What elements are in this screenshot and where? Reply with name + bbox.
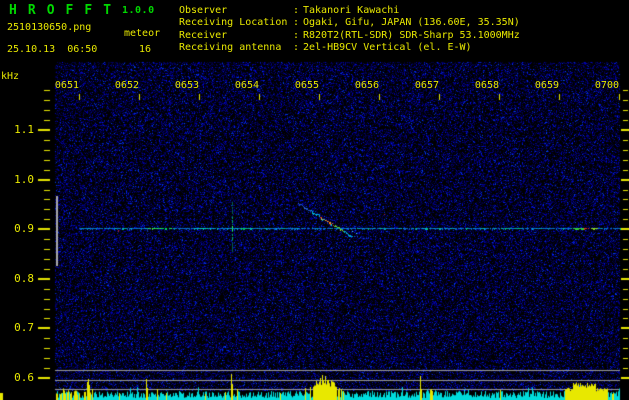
observation-mode: meteor [124, 28, 161, 39]
x-axis-tick-label: 0657 [414, 80, 439, 91]
station-info-row: Receiving antenna:2el-HB9CV Vertical (el… [179, 42, 520, 54]
station-info-value: R820T2(RTL-SDR) SDR-Sharp 53.1000MHz [303, 29, 520, 41]
station-info-table: Observer: Takanori Kawachi Receiving Locat… [179, 5, 520, 55]
y-axis-unit-label: kHz [1, 71, 20, 82]
station-info-value: Ogaki, Gifu, JAPAN (136.60E, 35.35N) [303, 17, 520, 29]
x-axis-tick-label: 0654 [234, 80, 259, 91]
x-axis-tick-label: 0658 [474, 80, 499, 91]
capture-datetime: 25.10.13 06:50 [7, 44, 98, 55]
x-axis-tick-label: 0659 [534, 80, 559, 91]
app-title: H R O F F T [9, 3, 113, 18]
x-axis-tick-label: 0653 [174, 80, 199, 91]
y-axis-tick-label: 0.9 [14, 222, 34, 235]
x-axis-tick-label: 0700 [594, 80, 619, 91]
x-axis-tick-label: 0651 [54, 80, 79, 91]
station-info-label: Receiving Location [179, 17, 288, 29]
station-info-label: Observer [179, 5, 228, 16]
echo-count: 16 [139, 44, 152, 55]
spectrogram-canvas [0, 0, 629, 400]
y-axis-tick-label: 1.0 [14, 173, 34, 186]
station-info-label: Receiver [179, 29, 228, 41]
y-axis-tick-label: 1.1 [14, 123, 34, 136]
y-axis-tick-label: 0.7 [14, 321, 34, 334]
station-info-value: Takanori Kawachi [303, 5, 400, 16]
hrofft-output: H R O F F T 1.0.0 2510130650.png meteor … [0, 0, 629, 400]
x-axis-tick-label: 0652 [114, 80, 139, 91]
y-axis-tick-label: 0.6 [14, 371, 34, 384]
station-info-separator: : [293, 42, 300, 54]
station-info-row: Observer: Takanori Kawachi [179, 5, 520, 17]
output-filename: 2510130650.png [7, 22, 92, 33]
x-axis-tick-label: 0656 [354, 80, 379, 91]
station-info-row: Receiving Location: Ogaki, Gifu, JAPAN (1… [179, 17, 520, 29]
station-info-separator: : [293, 5, 300, 16]
station-info-value: 2el-HB9CV Vertical (el. E-W) [303, 42, 472, 54]
y-axis-tick-label: 0.8 [14, 272, 34, 285]
station-info-separator: : [293, 17, 300, 29]
station-info-row: Receiver: R820T2(RTL-SDR) SDR-Sharp 53.10… [179, 30, 520, 42]
station-info-label: Receiving antenna [179, 42, 282, 54]
x-axis-tick-label: 0655 [294, 80, 319, 91]
app-version: 1.0.0 [122, 5, 155, 16]
station-info-separator: : [293, 29, 300, 41]
